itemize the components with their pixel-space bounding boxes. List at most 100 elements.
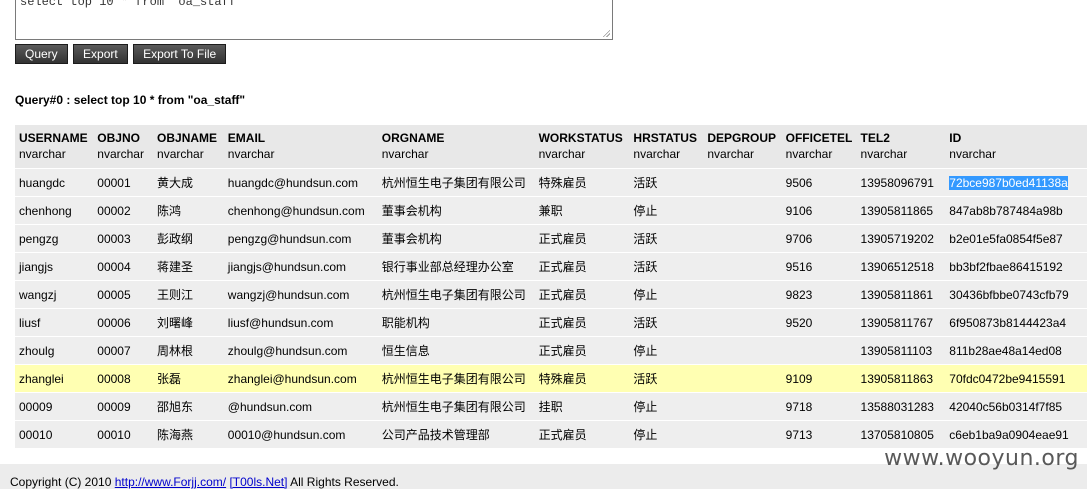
query-button[interactable]: Query: [15, 44, 68, 64]
table-row[interactable]: jiangjs 00004 蒋建圣 jiangjs@hundsun.com 银行事业部总…: [15, 252, 1087, 281]
column-header-email: EMAIL nvarchar: [223, 125, 378, 169]
cell-orgname: 恒生信息: [377, 336, 535, 365]
column-name: OBJNO: [97, 131, 140, 145]
column-header-workstatus: WORKSTATUS nvarchar: [534, 125, 630, 169]
column-name: ID: [949, 131, 962, 145]
table-row[interactable]: zhoulg 00007 周林根 zhoulg@hundsun.com 恒生信息 正式雇员…: [15, 336, 1087, 365]
cell-hrstatus: 停止: [629, 336, 704, 365]
column-header-depgroup: DEPGROUP nvarchar: [703, 125, 782, 169]
column-name: TEL2: [860, 131, 890, 145]
column-type: nvarchar: [97, 147, 144, 161]
watermark: www.wooyun.org: [884, 446, 1079, 471]
cell-objno: 00007: [93, 336, 154, 365]
cell-tel2: 13905811861: [856, 280, 946, 309]
cell-orgname: 公司产品技术管理部: [377, 420, 535, 448]
cell-username: 00009: [15, 392, 94, 421]
cell-hrstatus: 活跃: [629, 224, 704, 253]
resize-grip-icon[interactable]: [602, 29, 610, 37]
cell-workstatus: 挂职: [534, 392, 630, 421]
column-type: nvarchar: [157, 147, 204, 161]
cell-id: 42040c56b0314f7f85: [945, 392, 1087, 421]
selected-text: 72bce987b0ed41138a: [949, 175, 1068, 190]
table-row[interactable]: pengzg 00003 彭政纲 pengzg@hundsun.com 董事会机构 正式雇…: [15, 224, 1087, 253]
cell-id: 72bce987b0ed41138a: [945, 168, 1087, 197]
cell-objname: 黄大成: [153, 168, 224, 197]
cell-depgroup: [703, 280, 782, 309]
cell-email: huangdc@hundsun.com: [223, 168, 378, 197]
cell-hrstatus: 活跃: [629, 308, 704, 337]
cell-workstatus: 正式雇员: [534, 280, 630, 309]
cell-username: chenhong: [15, 196, 94, 225]
cell-username: liusf: [15, 308, 94, 337]
export-to-file-button[interactable]: Export To File: [133, 44, 227, 64]
column-type: nvarchar: [785, 147, 833, 161]
cell-objno: 00006: [93, 308, 154, 337]
cell-hrstatus: 活跃: [629, 364, 704, 393]
column-type: nvarchar: [19, 147, 66, 161]
cell-hrstatus: 停止: [629, 280, 704, 309]
table-row[interactable]: huangdc 00001 黄大成 huangdc@hundsun.com 杭州恒生电子…: [15, 168, 1087, 197]
cell-tel2: 13905811767: [856, 308, 946, 337]
cell-email: zhanglei@hundsun.com: [223, 364, 378, 393]
cell-workstatus: 特殊雇员: [534, 364, 630, 393]
cell-email: chenhong@hundsun.com: [223, 196, 378, 225]
column-type: nvarchar: [860, 147, 908, 161]
column-type: nvarchar: [381, 147, 429, 161]
cell-officetel: 9823: [781, 280, 857, 309]
table-row[interactable]: 00009 00009 邵旭东 @hundsun.com 杭州恒生电子集团有限公司 挂职停…: [15, 392, 1087, 421]
cell-orgname: 职能机构: [377, 308, 535, 337]
column-name: OBJNAME: [157, 131, 218, 145]
cell-objname: 彭政纲: [153, 224, 224, 253]
cell-workstatus: 特殊雇员: [534, 168, 630, 197]
cell-orgname: 董事会机构: [377, 196, 535, 225]
toolbar: Query Export Export To File: [15, 44, 228, 64]
table-row[interactable]: zhanglei 00008 张磊 zhanglei@hundsun.com 杭州恒生电…: [15, 364, 1087, 393]
cell-id: c6eb1ba9a0904eae91: [945, 420, 1087, 448]
cell-objname: 周林根: [153, 336, 224, 365]
forjj-link[interactable]: http://www.Forjj.com/: [115, 475, 226, 489]
cell-tel2: 13705810805: [856, 420, 946, 448]
column-name: USERNAME: [19, 131, 88, 145]
cell-objno: 00004: [93, 252, 154, 281]
cell-id: 847ab8b787484a98b: [945, 196, 1087, 225]
column-type: nvarchar: [538, 147, 586, 161]
cell-objname: 刘曙峰: [153, 308, 224, 337]
cell-officetel: 9706: [781, 224, 857, 253]
sql-text: select top 10 * from "oa_staff": [20, 0, 244, 9]
cell-officetel: 9506: [781, 168, 857, 197]
table-row[interactable]: chenhong 00002 陈鸿 chenhong@hundsun.com 董事会机构…: [15, 196, 1087, 225]
sql-editor[interactable]: select top 10 * from "oa_staff": [15, 0, 613, 40]
t00ls-link[interactable]: [T00ls.Net]: [229, 475, 287, 489]
cell-objno: 00001: [93, 168, 154, 197]
cell-email: pengzg@hundsun.com: [223, 224, 378, 253]
column-name: ORGNAME: [381, 131, 445, 145]
column-header-hrstatus: HRSTATUS nvarchar: [629, 125, 704, 169]
cell-orgname: 董事会机构: [377, 224, 535, 253]
cell-objname: 王则江: [153, 280, 224, 309]
cell-objno: 00009: [93, 392, 154, 421]
table-row[interactable]: wangzj 00005 王则江 wangzj@hundsun.com 杭州恒生电子集团…: [15, 280, 1087, 309]
cell-depgroup: [703, 392, 782, 421]
column-type: nvarchar: [633, 147, 681, 161]
cell-officetel: 9713: [781, 420, 857, 448]
cell-email: liusf@hundsun.com: [223, 308, 378, 337]
export-button[interactable]: Export: [73, 44, 128, 64]
cell-email: zhoulg@hundsun.com: [223, 336, 378, 365]
cell-orgname: 杭州恒生电子集团有限公司: [377, 392, 535, 421]
cell-tel2: 13905719202: [856, 224, 946, 253]
cell-officetel: 9106: [781, 196, 857, 225]
cell-tel2: 13958096791: [856, 168, 946, 197]
cell-tel2: 13905811865: [856, 196, 946, 225]
column-header-officetel: OFFICETEL nvarchar: [781, 125, 857, 169]
cell-id: 6f950873b8144423a4: [945, 308, 1087, 337]
footer: Copyright (C) 2010 http://www.Forjj.com/…: [10, 475, 399, 489]
cell-officetel: 9109: [781, 364, 857, 393]
cell-tel2: 13906512518: [856, 252, 946, 281]
cell-hrstatus: 停止: [629, 420, 704, 448]
table-row[interactable]: 00010 00010 陈海燕 00010@hundsun.com 公司产品技术管理部正…: [15, 420, 1087, 448]
cell-objno: 00010: [93, 420, 154, 448]
table-row[interactable]: liusf 00006 刘曙峰 liusf@hundsun.com 职能机构 正式雇员 活跃…: [15, 308, 1087, 337]
result-table: USERNAME nvarchar OBJNO nvarchar OBJNAME nv…: [15, 125, 1087, 448]
query-title: Query#0 : select top 10 * from "oa_staff…: [15, 93, 246, 107]
cell-username: 00010: [15, 420, 94, 448]
